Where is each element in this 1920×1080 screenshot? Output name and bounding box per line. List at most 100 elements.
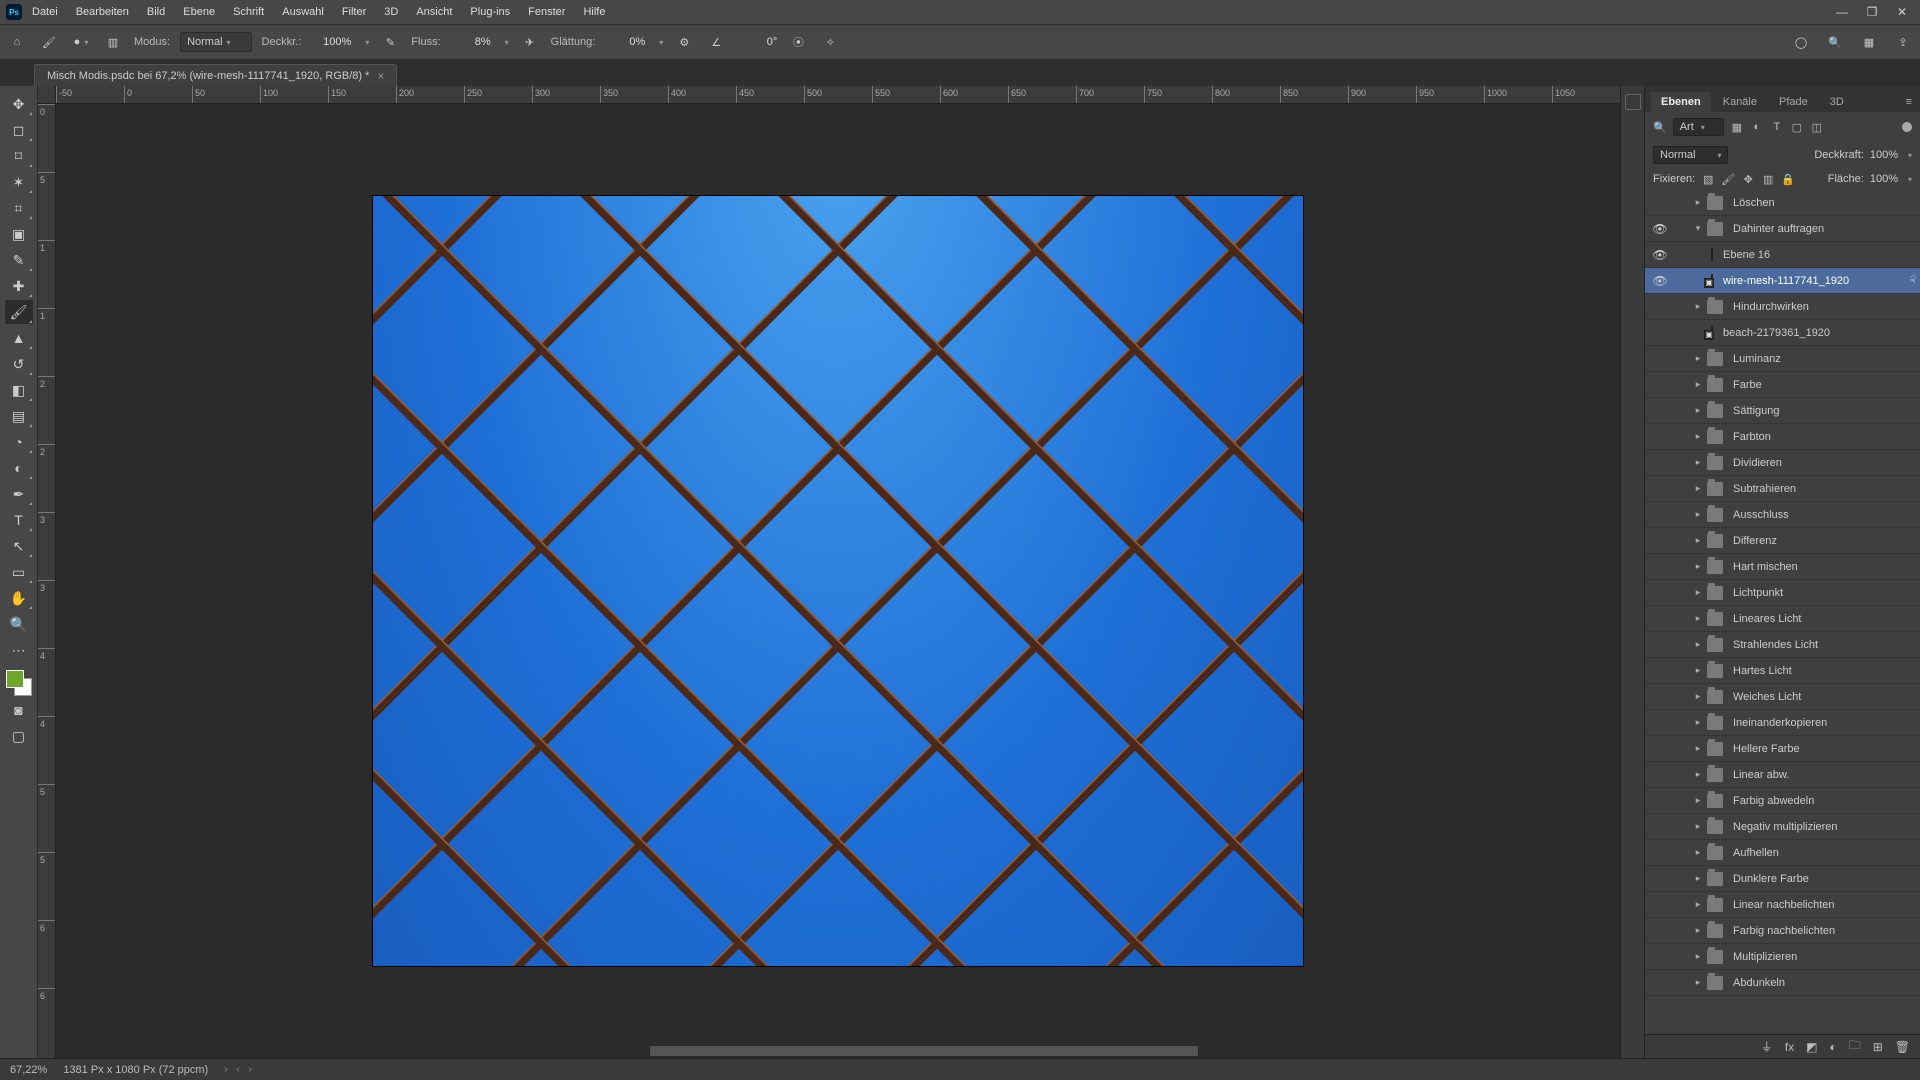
layer-opacity-value[interactable]: 100% <box>1870 149 1898 161</box>
size-pressure-icon[interactable]: ⦿ <box>787 31 809 53</box>
layer-filter-type-select[interactable]: Art ▾ <box>1673 118 1724 136</box>
disclosure-triangle-icon[interactable]: ▸ <box>1693 899 1703 910</box>
layer-style-icon[interactable]: fx <box>1785 1040 1794 1054</box>
layer-name[interactable]: Ebene 16 <box>1717 249 1916 261</box>
layer-row[interactable]: ▸ Farbton <box>1645 424 1920 450</box>
layer-name[interactable]: Linear abw. <box>1727 769 1916 781</box>
layer-name[interactable]: Differenz <box>1727 535 1916 547</box>
layer-row[interactable]: ▸Farbig nachbelichten <box>1645 918 1920 944</box>
more-tools-icon[interactable]: ⋯ <box>5 638 33 662</box>
collapsed-panel-icon[interactable] <box>1625 94 1641 110</box>
filter-pixel-icon[interactable]: ▦ <box>1730 120 1744 134</box>
layer-name[interactable]: Ausschluss <box>1727 509 1916 521</box>
layer-name[interactable]: Farbton <box>1727 431 1916 443</box>
fill-value[interactable]: 100% <box>1870 173 1898 185</box>
brush-tool[interactable]: 🖌 <box>5 300 33 324</box>
layer-name[interactable]: wire-mesh-1117741_1920 <box>1717 275 1902 287</box>
marquee-tool[interactable]: ◻ <box>5 118 33 142</box>
disclosure-triangle-icon[interactable]: ▸ <box>1693 795 1703 806</box>
healing-brush-tool[interactable]: ✚ <box>5 274 33 298</box>
layer-row[interactable]: ▸Multiplizieren <box>1645 944 1920 970</box>
horizontal-scrollbar[interactable] <box>56 1044 1620 1058</box>
lock-transparency-icon[interactable]: ▧ <box>1701 172 1715 186</box>
disclosure-triangle-icon[interactable]: ▸ <box>1693 717 1703 728</box>
menu-ebene[interactable]: Ebene <box>175 3 223 21</box>
type-tool[interactable]: T <box>5 508 33 532</box>
menu-filter[interactable]: Filter <box>334 3 374 21</box>
layer-row[interactable]: 👁▣wire-mesh-1117741_1920☟ <box>1645 268 1920 294</box>
menu-auswahl[interactable]: Auswahl <box>274 3 332 21</box>
layer-row[interactable]: ▸Dunklere Farbe <box>1645 866 1920 892</box>
lock-all-icon[interactable]: 🔒 <box>1781 172 1795 186</box>
disclosure-triangle-icon[interactable]: ▸ <box>1693 197 1703 208</box>
menu-fenster[interactable]: Fenster <box>520 3 573 21</box>
disclosure-triangle-icon[interactable]: ▸ <box>1693 301 1703 312</box>
layer-row[interactable]: ▸Strahlendes Licht <box>1645 632 1920 658</box>
visibility-toggle[interactable]: 👁 <box>1649 274 1671 288</box>
layer-name[interactable]: Dividieren <box>1727 457 1916 469</box>
brush-tool-preset-icon[interactable]: 🖌 <box>38 31 60 53</box>
adjustment-layer-icon[interactable]: ◐ <box>1829 1040 1836 1054</box>
layer-row[interactable]: ▸Ineinanderkopieren <box>1645 710 1920 736</box>
smoothing-value[interactable]: 0% <box>605 36 645 48</box>
layer-name[interactable]: Weiches Licht <box>1727 691 1916 703</box>
layer-row[interactable]: ▸Hartes Licht <box>1645 658 1920 684</box>
layer-name[interactable]: Dunklere Farbe <box>1727 873 1916 885</box>
menu-hilfe[interactable]: Hilfe <box>575 3 613 21</box>
layers-list[interactable]: ▸Löschen👁▾Dahinter auftragen👁Ebene 16👁▣w… <box>1645 190 1920 1034</box>
layer-row[interactable]: ▸Aufhellen <box>1645 840 1920 866</box>
eraser-tool[interactable]: ◧ <box>5 378 33 402</box>
disclosure-triangle-icon[interactable]: ▸ <box>1693 977 1703 988</box>
layer-row[interactable]: ▸Dividieren <box>1645 450 1920 476</box>
layer-name[interactable]: Abdunkeln <box>1727 977 1916 989</box>
layer-row[interactable]: ▸Luminanz <box>1645 346 1920 372</box>
disclosure-triangle-icon[interactable]: ▸ <box>1693 665 1703 676</box>
layer-name[interactable]: Hellere Farbe <box>1727 743 1916 755</box>
path-selection-tool[interactable]: ↖ <box>5 534 33 558</box>
panel-tab-3d[interactable]: 3D <box>1820 92 1854 112</box>
layer-row[interactable]: ▸Farbe <box>1645 372 1920 398</box>
smoothing-options-icon[interactable]: ⚙ <box>673 31 695 53</box>
layer-row[interactable]: 👁Ebene 16 <box>1645 242 1920 268</box>
panel-tab-ebenen[interactable]: Ebenen <box>1651 92 1711 112</box>
panel-menu-icon[interactable]: ≡ <box>1898 92 1920 112</box>
layer-name[interactable]: Dahinter auftragen <box>1727 223 1916 235</box>
layer-name[interactable]: Hart mischen <box>1727 561 1916 573</box>
flow-value[interactable]: 8% <box>451 36 491 48</box>
move-tool[interactable]: ✥ <box>5 92 33 116</box>
disclosure-triangle-icon[interactable]: ▸ <box>1693 483 1703 494</box>
panel-tab-kanäle[interactable]: Kanäle <box>1713 92 1767 112</box>
gradient-tool[interactable]: ▤ <box>5 404 33 428</box>
brush-panel-icon[interactable]: ▥ <box>102 31 124 53</box>
menu-3d[interactable]: 3D <box>376 3 406 21</box>
layer-row[interactable]: ▸ Abdunkeln <box>1645 970 1920 996</box>
new-layer-icon[interactable]: ⊞ <box>1873 1040 1883 1054</box>
window-close-button[interactable]: ✕ <box>1894 4 1910 20</box>
menu-datei[interactable]: Datei <box>24 3 66 21</box>
blend-mode-select[interactable]: Normal▾ <box>180 32 251 52</box>
disclosure-triangle-icon[interactable]: ▸ <box>1693 743 1703 754</box>
layer-name[interactable]: Löschen <box>1727 197 1916 209</box>
layer-row[interactable]: ▸Linear abw. <box>1645 762 1920 788</box>
zoom-level[interactable]: 67,22% <box>10 1064 47 1076</box>
layer-row[interactable]: ▸ Ausschluss <box>1645 502 1920 528</box>
hand-tool[interactable]: ✋ <box>5 586 33 610</box>
disclosure-triangle-icon[interactable]: ▸ <box>1693 509 1703 520</box>
disclosure-triangle-icon[interactable]: ▸ <box>1693 353 1703 364</box>
zoom-tool[interactable]: 🔍 <box>5 612 33 636</box>
menu-ansicht[interactable]: Ansicht <box>408 3 460 21</box>
pen-tool[interactable]: ✒ <box>5 482 33 506</box>
angle-value[interactable]: 0° <box>737 36 777 48</box>
layer-row[interactable]: ▸Hindurchwirken <box>1645 294 1920 320</box>
panel-tab-pfade[interactable]: Pfade <box>1769 92 1818 112</box>
filter-type-icon[interactable]: T <box>1770 120 1784 134</box>
layer-row[interactable]: ▸Hart mischen <box>1645 554 1920 580</box>
layer-row[interactable]: ▸Subtrahieren <box>1645 476 1920 502</box>
layer-name[interactable]: Linear nachbelichten <box>1727 899 1916 911</box>
new-group-icon[interactable]: 🗀 <box>1849 1036 1861 1057</box>
smoothing-chevron-icon[interactable]: ▾ <box>659 38 663 47</box>
menu-plug-ins[interactable]: Plug-ins <box>462 3 518 21</box>
foreground-color-swatch[interactable] <box>6 670 24 688</box>
visibility-toggle[interactable]: 👁 <box>1649 222 1671 236</box>
disclosure-triangle-icon[interactable]: ▸ <box>1693 431 1703 442</box>
